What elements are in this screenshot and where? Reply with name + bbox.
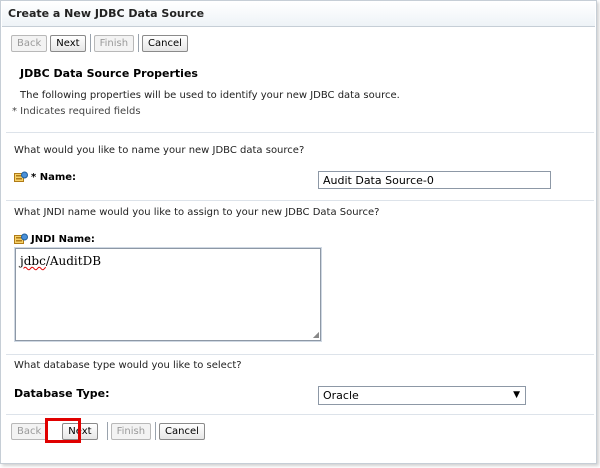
jndi-question: What JNDI name would you like to assign … <box>14 207 380 218</box>
title-bar: Create a New JDBC Data Source <box>2 2 595 27</box>
name-input[interactable] <box>318 171 551 189</box>
dropdown-arrow-icon: ▼ <box>513 390 520 400</box>
button-separator <box>138 34 140 52</box>
back-button-bottom[interactable]: Back <box>11 422 48 440</box>
finish-button-bottom[interactable]: Finish <box>110 422 152 440</box>
section-title: JDBC Data Source Properties <box>20 67 198 80</box>
database-icon <box>14 171 28 184</box>
jndi-value-prefix: jdbc <box>20 254 46 268</box>
button-separator <box>106 422 108 440</box>
name-label: * Name: <box>14 171 76 184</box>
name-question: What would you like to name your new JDB… <box>14 145 305 156</box>
cancel-button-bottom[interactable]: Cancel <box>159 422 205 440</box>
db-type-select[interactable]: Oracle ▼ <box>318 386 526 405</box>
top-button-row: Back Next Finish Cancel <box>11 33 191 53</box>
section-description: The following properties will be used to… <box>20 90 400 101</box>
finish-button-top[interactable]: Finish <box>93 34 135 52</box>
button-separator <box>155 422 157 440</box>
back-button-top[interactable]: Back <box>11 34 48 52</box>
bottom-button-row: Back Next Finish Cancel <box>11 421 208 441</box>
jndi-textarea[interactable]: jdbc/AuditDB ◢ <box>14 247 322 342</box>
jndi-value-suffix: /AuditDB <box>45 254 102 268</box>
jndi-label: JNDI Name: <box>14 233 95 246</box>
required-note: * Indicates required fields <box>12 106 141 117</box>
divider <box>6 132 594 133</box>
database-icon <box>14 233 28 246</box>
cancel-button-top[interactable]: Cancel <box>142 34 188 52</box>
db-type-question: What database type would you like to sel… <box>14 360 242 371</box>
divider <box>6 354 594 355</box>
db-type-selected: Oracle <box>323 389 359 402</box>
db-type-label: Database Type: <box>14 387 110 400</box>
resize-handle-icon[interactable]: ◢ <box>313 331 319 339</box>
divider <box>6 414 594 415</box>
next-button-highlight <box>45 418 81 443</box>
divider <box>6 200 594 201</box>
window-title: Create a New JDBC Data Source <box>8 7 205 20</box>
button-separator <box>89 34 91 52</box>
next-button-top[interactable]: Next <box>50 34 86 52</box>
